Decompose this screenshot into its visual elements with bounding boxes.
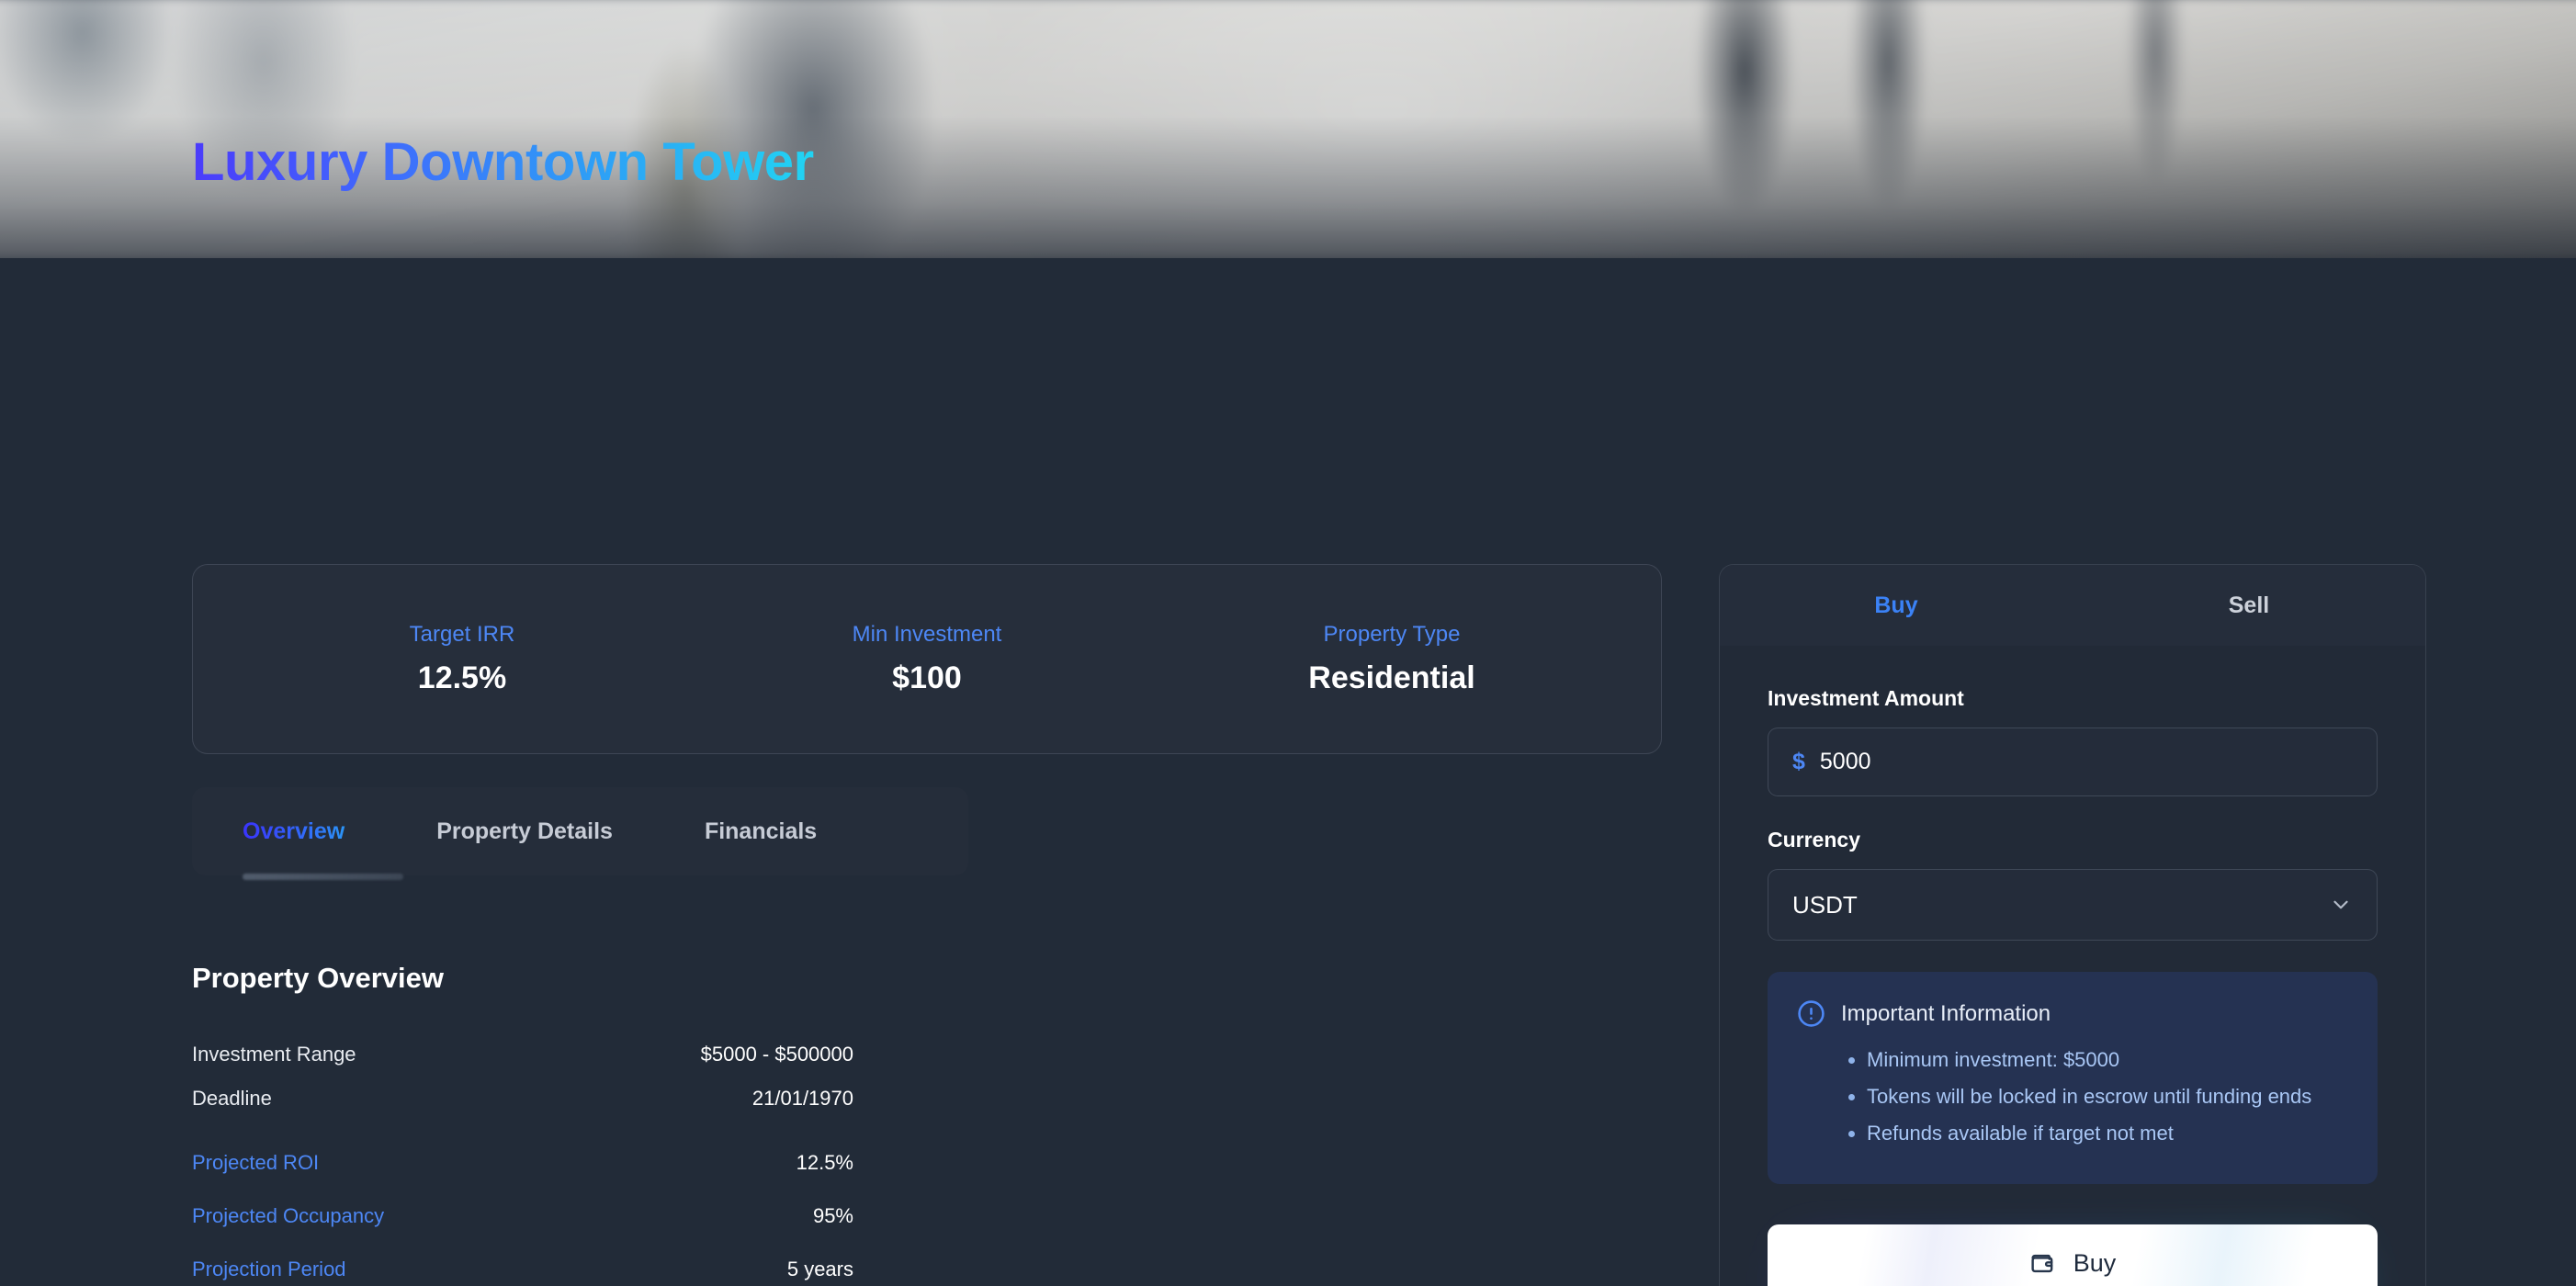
detail-key: Projection Period xyxy=(192,1258,346,1280)
investment-amount-label: Investment Amount xyxy=(1768,686,1964,710)
buy-button[interactable]: Buy xyxy=(1768,1224,2378,1286)
investment-amount-input-wrapper[interactable]: $ xyxy=(1768,728,2378,796)
currency-field: Currency USDT xyxy=(1768,828,2378,941)
section-heading: Property Overview xyxy=(192,962,444,994)
page-title: Luxury Downtown Tower xyxy=(192,132,814,192)
key-stats-card: Target IRR 12.5% Min Investment $100 Pro… xyxy=(192,564,1662,754)
trade-tabs: Buy Sell xyxy=(1720,565,2425,646)
detail-row-projected-occupancy: Projected Occupancy 95% xyxy=(192,1194,853,1238)
detail-value: $5000 - $500000 xyxy=(700,1043,853,1066)
row-group-spacer xyxy=(192,1121,853,1141)
stat-label: Min Investment xyxy=(852,621,1002,647)
detail-value: 95% xyxy=(812,1204,853,1227)
chevron-down-icon xyxy=(2333,900,2348,909)
buy-button-wrapper: Buy xyxy=(1768,1224,2378,1286)
detail-key: Deadline xyxy=(192,1087,272,1110)
detail-key: Projected Occupancy xyxy=(192,1204,385,1227)
trade-form: Investment Amount $ Currency USDT xyxy=(1720,646,2425,1286)
currency-selected-value: USDT xyxy=(1792,890,1858,919)
content-tabs: Overview Property Details Financials xyxy=(192,787,968,875)
two-column-layout: Target IRR 12.5% Min Investment $100 Pro… xyxy=(0,516,2576,1286)
tab-financials[interactable]: Financials xyxy=(660,818,864,845)
list-item: Minimum investment: $5000 xyxy=(1867,1044,2348,1076)
wallet-icon xyxy=(2031,1254,2053,1272)
important-information-title: Important Information xyxy=(1841,1000,2051,1026)
hero-banner: Luxury Downtown Tower xyxy=(0,0,2576,258)
list-item: Refunds available if target not met xyxy=(1867,1118,2348,1149)
stat-property-type: Property Type Residential xyxy=(1159,622,1624,697)
tab-overview[interactable]: Overview xyxy=(243,818,391,845)
currency-select[interactable]: USDT xyxy=(1768,869,2378,941)
alert-circle-icon xyxy=(1798,1000,1825,1027)
stat-min-investment: Min Investment $100 xyxy=(695,622,1159,697)
tab-property-details[interactable]: Property Details xyxy=(391,818,660,845)
trade-column: Buy Sell Investment Amount $ Currency xyxy=(1719,564,2426,1286)
list-item: Tokens will be locked in escrow until fu… xyxy=(1867,1081,2348,1112)
detail-row-deadline: Deadline 21/01/1970 xyxy=(192,1077,853,1121)
stat-label: Property Type xyxy=(1323,621,1461,647)
trade-panel: Buy Sell Investment Amount $ Currency xyxy=(1719,564,2426,1286)
stat-label: Target IRR xyxy=(409,621,515,647)
property-overview-section: Property Overview Investment Range $5000… xyxy=(192,962,853,1286)
content-tabs-wrapper: Overview Property Details Financials xyxy=(192,787,968,880)
detail-value: 21/01/1970 xyxy=(751,1087,853,1110)
trade-tab-sell[interactable]: Sell xyxy=(2073,565,2425,646)
trade-tab-buy[interactable]: Buy xyxy=(1720,565,2073,646)
stat-target-irr: Target IRR 12.5% xyxy=(230,622,695,697)
investment-amount-field: Investment Amount $ xyxy=(1768,686,2378,796)
dollar-sign-icon: $ xyxy=(1792,749,1805,774)
main-column: Target IRR 12.5% Min Investment $100 Pro… xyxy=(192,564,1662,1286)
important-information-list: Minimum investment: $5000 Tokens will be… xyxy=(1797,1044,2348,1149)
detail-key: Projected ROI xyxy=(192,1151,320,1174)
stat-value: Residential xyxy=(1308,660,1475,696)
stat-value: 12.5% xyxy=(417,660,507,696)
hero-gradient-overlay xyxy=(0,0,2576,258)
detail-value: 12.5% xyxy=(796,1151,853,1174)
detail-row-projection-period: Projection Period 5 years xyxy=(192,1247,853,1286)
important-information-header: Important Information xyxy=(1797,999,2348,1028)
stat-value: $100 xyxy=(892,660,962,696)
detail-row-projected-roi: Projected ROI 12.5% xyxy=(192,1141,853,1185)
currency-label: Currency xyxy=(1768,828,1860,852)
detail-value: 5 years xyxy=(786,1258,853,1280)
investment-amount-input[interactable] xyxy=(1819,749,2353,775)
detail-key: Investment Range xyxy=(192,1043,356,1066)
active-tab-indicator xyxy=(243,874,403,880)
important-information-box: Important Information Minimum investment… xyxy=(1768,972,2378,1185)
buy-button-label: Buy xyxy=(2073,1248,2117,1277)
detail-row-investment-range: Investment Range $5000 - $500000 xyxy=(192,1032,853,1077)
